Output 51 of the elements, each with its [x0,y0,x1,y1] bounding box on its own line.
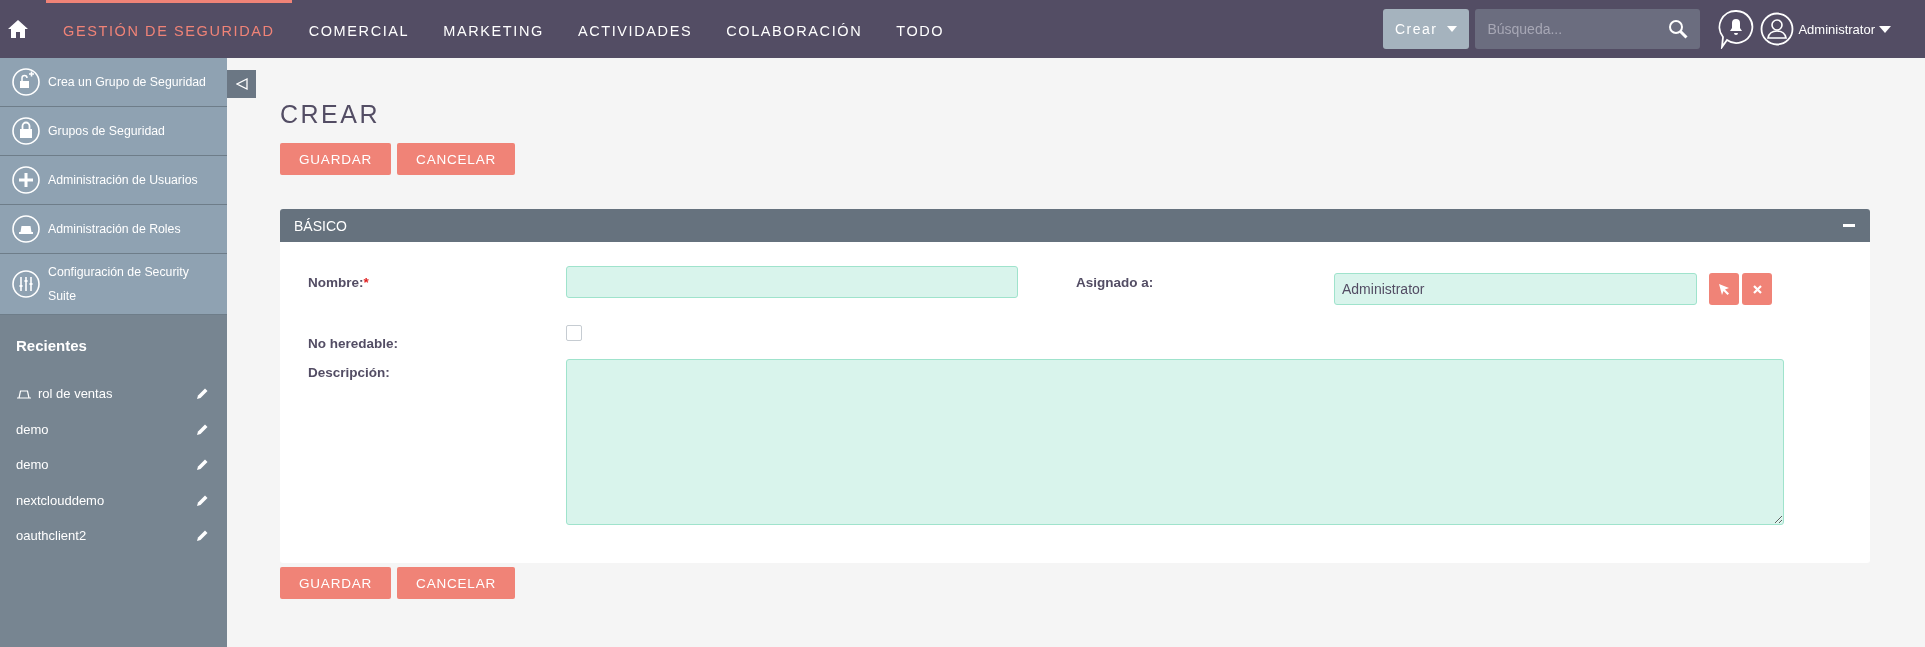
field-label: No heredable: [308,335,400,351]
nav-tab[interactable]: TODO [879,0,962,58]
pencil-icon[interactable] [196,458,209,472]
field-label: Descripción: [308,364,391,382]
nav-tab[interactable]: ACTIVIDADES [560,0,710,58]
search-field[interactable]: Búsqueda... [1475,9,1701,49]
hat-icon [16,388,32,399]
triangle-left-icon [235,78,248,90]
action-button[interactable]: GUARDAR [280,143,392,175]
user-name[interactable]: Administrator [1798,21,1875,37]
recent-item[interactable]: rol de ventas [38,386,113,402]
recent-item[interactable]: nextclouddemo [16,492,105,508]
recent-item[interactable]: demo [16,421,49,437]
pencil-icon[interactable] [196,422,209,436]
caret-icon[interactable] [1879,25,1891,33]
name-input-field[interactable] [566,266,1018,298]
collapse-sidebar-button[interactable] [227,70,256,98]
checkbox[interactable] [566,325,582,341]
pencil-icon[interactable] [196,387,209,401]
clear-button[interactable] [1742,273,1772,305]
create-button[interactable]: Crear [1382,9,1470,49]
search-icon[interactable] [1668,19,1689,39]
cursor-arrow-icon [1718,283,1730,295]
home-icon[interactable] [8,19,28,39]
pencil-icon[interactable] [196,493,209,507]
assigned-input-field[interactable]: Administrator [1334,273,1697,305]
panel-title: BÁSICO [294,217,347,234]
nav-tab[interactable]: COMERCIAL [291,0,427,58]
user-avatar-icon[interactable] [1760,12,1795,46]
action-button[interactable]: CANCELAR [397,143,516,175]
action-button[interactable]: CANCELAR [397,567,516,599]
plus-icon [12,166,40,194]
recent-item[interactable]: oauthclient2 [16,528,87,544]
page-title: CREAR [280,100,381,129]
recent-item[interactable]: demo [16,457,49,473]
nav-tab[interactable]: MARKETING [426,0,561,58]
pencil-icon[interactable] [196,529,209,543]
field-label: Asignado a: [1076,274,1155,292]
notification-bell-icon[interactable] [1718,9,1755,49]
add-lock-icon [12,68,40,96]
lock-icon [12,117,40,145]
sliders-icon [12,270,40,298]
hat-icon [12,215,40,243]
action-button[interactable]: GUARDAR [280,567,392,599]
recent-heading: Recientes [15,336,88,356]
select-button[interactable] [1709,273,1739,305]
field-label: Nombre:* [308,274,370,292]
nav-tab[interactable]: COLABORACIÓN [709,0,880,58]
caret-icon [1447,26,1458,32]
close-icon [1752,284,1762,294]
minus-icon [1843,224,1855,227]
